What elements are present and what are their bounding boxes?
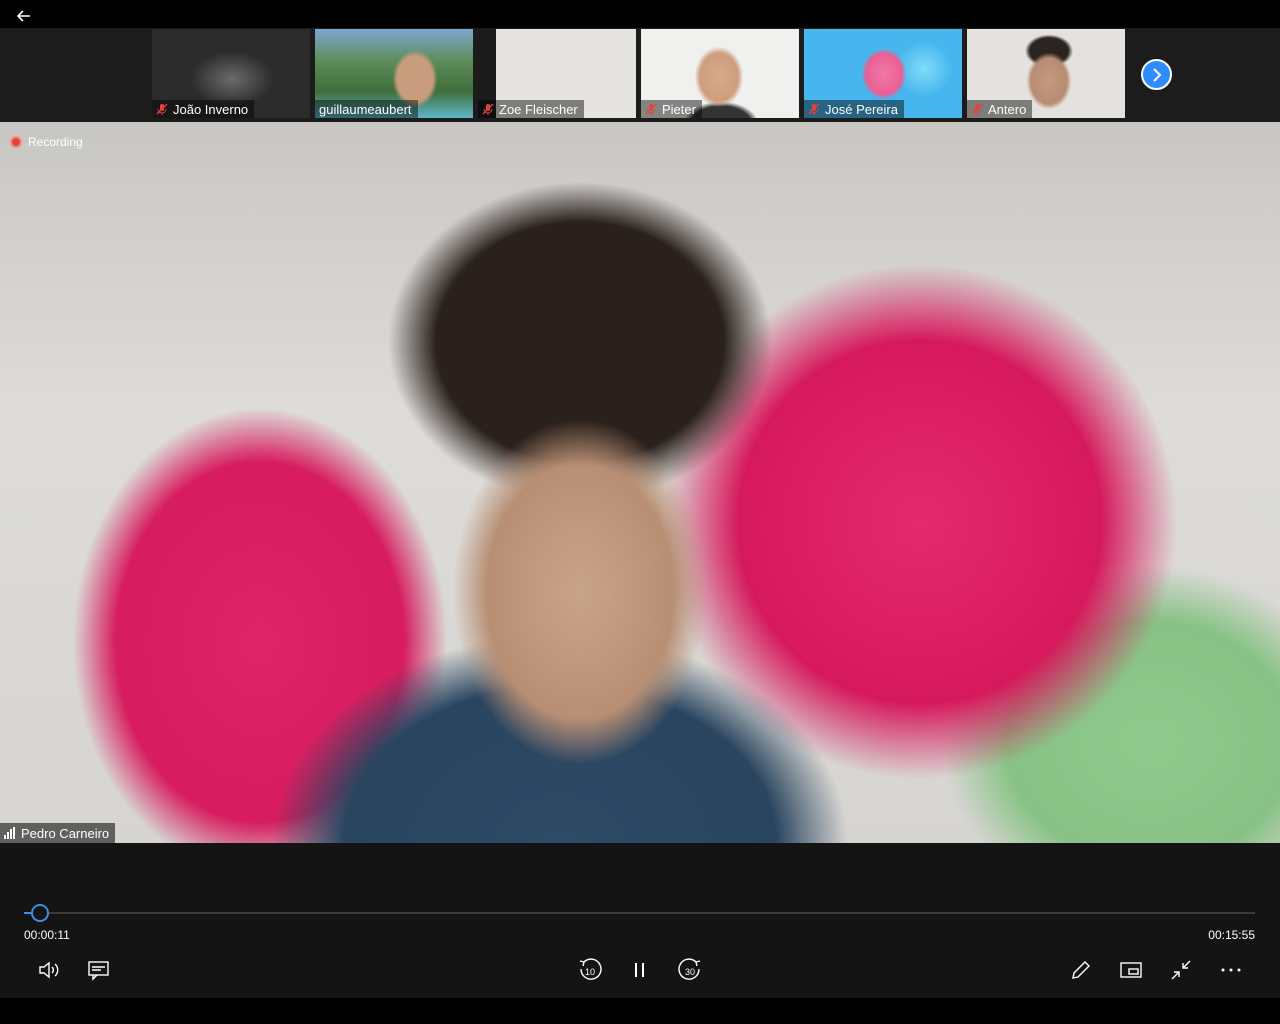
volume-icon	[39, 961, 59, 979]
seek-bar[interactable]	[24, 912, 1255, 914]
participant-name: João Inverno	[173, 101, 249, 117]
svg-text:30: 30	[685, 967, 695, 977]
mic-muted-icon	[645, 103, 657, 115]
participant-tile[interactable]: Antero	[967, 29, 1125, 118]
main-video[interactable]	[0, 122, 1280, 843]
participant-label: João Inverno	[152, 100, 255, 118]
previous-page-arrow[interactable]	[4, 500, 24, 524]
participant-tile[interactable]: João Inverno	[152, 29, 310, 118]
arrow-left-icon	[17, 10, 30, 22]
participant-label: Pieter	[641, 100, 702, 118]
forward-30-icon: 30	[678, 958, 701, 980]
mic-muted-icon	[156, 103, 168, 115]
captions-icon	[88, 961, 109, 981]
active-speaker-label: Pedro Carneiro	[0, 823, 116, 843]
participant-tile[interactable]: Zoe Fleischer	[478, 29, 636, 118]
pause-icon	[635, 963, 644, 977]
participant-tile[interactable]: Pieter	[641, 29, 799, 118]
participant-name: guillaumeaubert	[319, 101, 412, 117]
mic-muted-icon	[808, 103, 820, 115]
exit-fullscreen-button[interactable]	[1167, 956, 1195, 984]
pause-button[interactable]	[626, 956, 654, 984]
bottom-bar	[0, 998, 1280, 1024]
participant-label: José Pereira	[804, 100, 904, 118]
participant-name: Zoe Fleischer	[499, 101, 578, 117]
speaker-name: Pedro Carneiro	[21, 825, 110, 841]
rewind-10-icon: 10	[579, 958, 602, 980]
chevron-left-icon	[7, 501, 20, 523]
mic-muted-icon	[971, 103, 983, 115]
next-participants-button[interactable]	[1141, 59, 1172, 90]
more-icon	[1221, 968, 1241, 972]
captions-button[interactable]	[85, 956, 113, 984]
mic-muted-icon	[482, 103, 494, 115]
participant-tile[interactable]: José Pereira	[804, 29, 962, 118]
chevron-right-icon	[1152, 67, 1161, 82]
next-page-arrow[interactable]	[1256, 500, 1276, 524]
signal-strength-icon	[4, 827, 15, 839]
more-options-button[interactable]	[1217, 956, 1245, 984]
participant-label: guillaumeaubert	[315, 100, 418, 118]
recording-dot-icon	[10, 136, 22, 148]
participant-label: Zoe Fleischer	[478, 100, 584, 118]
pen-icon	[1072, 961, 1090, 979]
exit-fullscreen-icon	[1171, 960, 1191, 980]
participant-tile[interactable]: guillaumeaubert	[315, 29, 473, 118]
total-time: 00:15:55	[1208, 928, 1255, 942]
rewind-10-button[interactable]: 10	[576, 956, 604, 984]
participant-name: Pieter	[662, 101, 696, 117]
current-time: 00:00:11	[24, 928, 70, 942]
mini-player-icon	[1120, 962, 1142, 978]
recording-indicator: Recording	[10, 133, 83, 151]
mini-player-button[interactable]	[1117, 956, 1145, 984]
pen-button[interactable]	[1067, 956, 1095, 984]
forward-30-button[interactable]: 30	[676, 956, 704, 984]
participant-name: José Pereira	[825, 101, 898, 117]
participant-label: Antero	[967, 100, 1033, 118]
volume-button[interactable]	[35, 956, 63, 984]
participant-name: Antero	[988, 101, 1027, 117]
chevron-right-icon	[1260, 501, 1273, 523]
svg-text:10: 10	[585, 967, 595, 977]
recording-label: Recording	[28, 135, 83, 149]
